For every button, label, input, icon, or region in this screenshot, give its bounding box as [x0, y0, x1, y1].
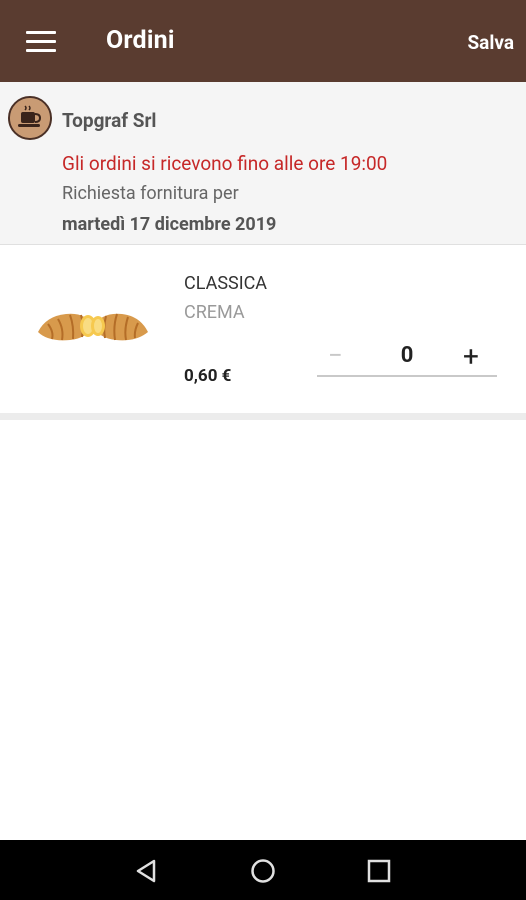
card-divider — [0, 413, 526, 420]
page-title: Ordini — [106, 26, 175, 55]
quantity-input[interactable]: 0 — [396, 343, 418, 368]
coffee-cup-icon — [8, 96, 52, 140]
product-name: CLASSICA — [184, 273, 268, 294]
system-navigation-bar — [0, 840, 526, 900]
order-info-panel: Topgraf Srl Gli ordini si ricevono fino … — [0, 82, 526, 245]
product-variant: CREMA — [184, 302, 245, 323]
app-bar: Ordini Salva — [0, 0, 526, 82]
order-deadline-notice: Gli ordini si ricevono fino alle ore 19:… — [62, 152, 388, 175]
quantity-decrease-button[interactable]: − — [328, 341, 343, 371]
back-icon[interactable] — [130, 854, 164, 888]
menu-icon[interactable] — [26, 31, 56, 53]
request-label: Richiesta fornitura per — [62, 183, 239, 204]
save-button[interactable]: Salva — [467, 31, 514, 54]
croissant-image — [36, 302, 150, 350]
quantity-increase-button[interactable]: + — [463, 340, 479, 373]
request-date: martedì 17 dicembre 2019 — [62, 214, 277, 235]
company-name: Topgraf Srl — [62, 109, 157, 132]
recents-icon[interactable] — [362, 854, 396, 888]
quantity-underline — [317, 375, 497, 377]
product-price: 0,60 € — [184, 366, 232, 386]
home-icon[interactable] — [246, 854, 280, 888]
